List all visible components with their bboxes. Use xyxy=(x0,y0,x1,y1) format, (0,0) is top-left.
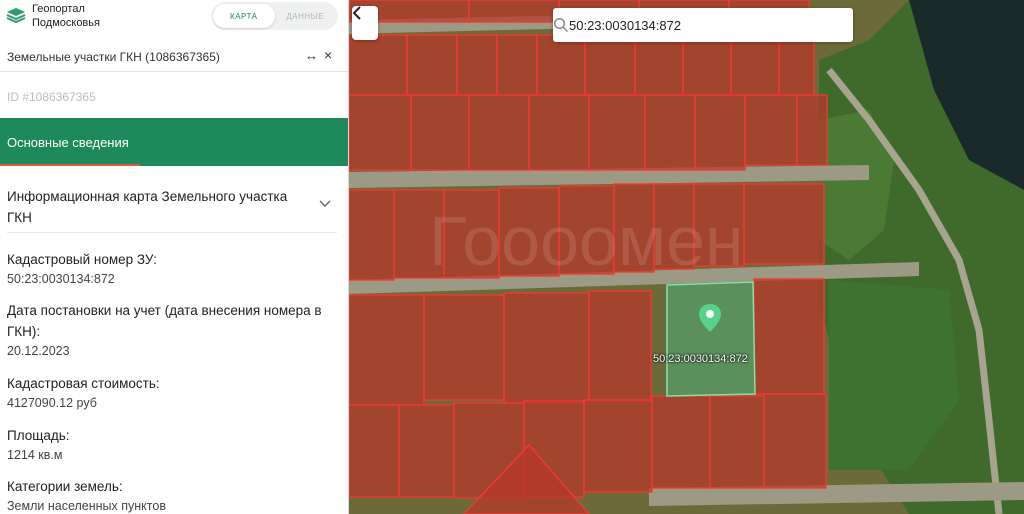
brand-title[interactable]: Геопортал Подмосковья xyxy=(32,2,100,30)
field-land-category: Категории земель: Земли населенных пункт… xyxy=(7,476,327,514)
chevron-down-icon[interactable] xyxy=(319,199,331,209)
field-cadastral-value: Кадастровая стоимость: 4127090.12 руб xyxy=(7,373,327,413)
divider xyxy=(7,232,337,233)
chevron-left-icon xyxy=(352,6,361,20)
field-registration-date: Дата постановки на учет (дата внесения н… xyxy=(7,300,327,361)
info-card-title[interactable]: Информационная карта Земельного участка … xyxy=(7,186,307,228)
map-view[interactable]: Гоооомен 50:23:0030134:872 xyxy=(349,0,1024,514)
collapse-panel-button[interactable] xyxy=(352,6,378,40)
field-cadastral-number: Кадастровый номер ЗУ: 50:23:0030134:872 xyxy=(7,249,327,289)
search-icon[interactable] xyxy=(553,17,569,33)
close-icon[interactable]: × xyxy=(324,47,332,63)
section-underline xyxy=(0,164,140,166)
field-value: 1214 кв.м xyxy=(7,448,63,462)
field-key: Кадастровый номер ЗУ: xyxy=(7,252,157,267)
layers-icon xyxy=(6,8,26,23)
panel-title: Земельные участки ГКН (1086367365) xyxy=(7,50,220,64)
brand-line-1: Геопортал xyxy=(32,3,85,15)
info-sidebar: Геопортал Подмосковья КАРТА ДАННЫЕ Земел… xyxy=(0,0,349,514)
map-watermark: Гоооомен xyxy=(429,202,744,280)
field-key: Дата постановки на учет (дата внесения н… xyxy=(7,303,322,339)
map-canvas[interactable]: Гоооомен xyxy=(349,0,1024,514)
section-main-info[interactable]: Основные сведения xyxy=(0,118,348,166)
expand-icon[interactable]: ↔ xyxy=(305,48,318,63)
selected-parcel-label[interactable]: 50:23:0030134:872 xyxy=(653,353,748,365)
field-key: Кадастровая стоимость: xyxy=(7,376,160,391)
mode-toggle: КАРТА ДАННЫЕ xyxy=(211,2,338,30)
field-value: Земли населенных пунктов xyxy=(7,499,166,513)
search-box xyxy=(553,8,853,42)
panel-header: Земельные участки ГКН (1086367365) ↔ × xyxy=(0,42,348,72)
field-key: Площадь: xyxy=(7,428,70,443)
field-value: 50:23:0030134:872 xyxy=(7,272,115,286)
field-area: Площадь: 1214 кв.м xyxy=(7,425,327,465)
search-input[interactable] xyxy=(569,16,809,34)
section-label: Основные сведения xyxy=(7,135,129,150)
field-key: Категории земель: xyxy=(7,479,123,494)
brand-line-2: Подмосковья xyxy=(32,17,100,29)
object-id: ID #1086367365 xyxy=(7,90,96,104)
top-bar: Геопортал Подмосковья КАРТА ДАННЫЕ xyxy=(0,0,348,36)
tab-data[interactable]: ДАННЫЕ xyxy=(275,4,337,28)
field-value: 20.12.2023 xyxy=(7,344,70,358)
field-value: 4127090.12 руб xyxy=(7,396,97,410)
app-root: Геопортал Подмосковья КАРТА ДАННЫЕ Земел… xyxy=(0,0,1024,514)
tab-map[interactable]: КАРТА xyxy=(213,4,275,28)
